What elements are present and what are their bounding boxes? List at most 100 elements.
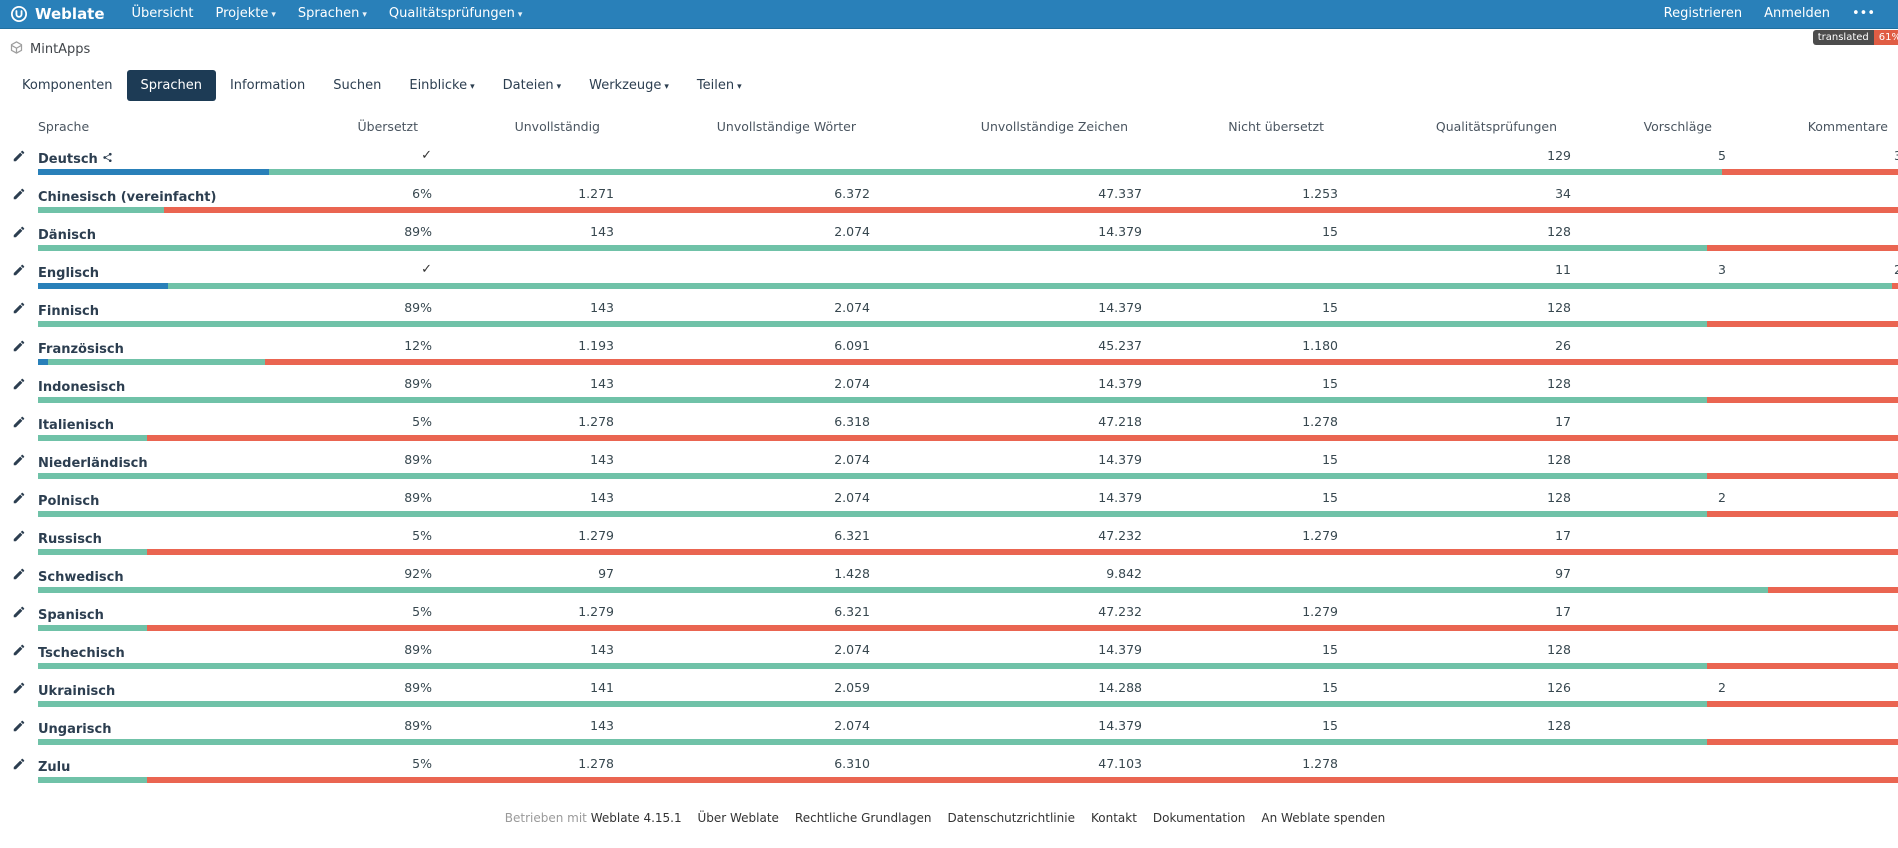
- footer-link-rechtliche-grundlagen[interactable]: Rechtliche Grundlagen: [795, 811, 932, 825]
- language-link[interactable]: Dänisch: [38, 228, 96, 243]
- tab-dateien[interactable]: Dateien▾: [489, 70, 575, 101]
- column-header-translated[interactable]: Übersetzt: [288, 119, 432, 134]
- chevron-down-icon: ▾: [518, 10, 523, 20]
- edit-cell: [12, 680, 38, 709]
- progress-segment-failing: [265, 359, 1898, 365]
- footer-link-dokumentation[interactable]: Dokumentation: [1153, 811, 1246, 825]
- language-link[interactable]: Ukrainisch: [38, 684, 115, 699]
- column-header-sprache[interactable]: Sprache: [38, 119, 288, 134]
- navbar-item-registrieren[interactable]: Registrieren: [1653, 0, 1753, 28]
- column-header-checks[interactable]: Qualitätsprüfungen: [1338, 119, 1571, 134]
- edit-cell: [12, 566, 38, 595]
- column-header-comments[interactable]: Kommentare: [1726, 119, 1898, 134]
- tab-suchen[interactable]: Suchen: [319, 70, 395, 101]
- language-link[interactable]: Polnisch: [38, 494, 99, 509]
- edit-cell: [12, 452, 38, 481]
- edit-pencil-icon[interactable]: [12, 338, 26, 357]
- footer-link-ber-weblate[interactable]: Über Weblate: [697, 811, 778, 825]
- navbar-item-anmelden[interactable]: Anmelden: [1753, 0, 1841, 28]
- language-link[interactable]: Finnisch: [38, 304, 99, 319]
- edit-pencil-icon[interactable]: [12, 490, 26, 509]
- table-row: Niederländisch89%1432.07414.37915128: [0, 443, 1898, 481]
- language-link[interactable]: Niederländisch: [38, 456, 148, 471]
- tab-einblicke[interactable]: Einblicke▾: [395, 70, 488, 101]
- navbar-item-sprachen[interactable]: Sprachen▾: [287, 0, 378, 29]
- language-link[interactable]: Französisch: [38, 342, 124, 357]
- footer-link-kontakt[interactable]: Kontakt: [1091, 811, 1137, 825]
- edit-pencil-icon[interactable]: [12, 148, 26, 167]
- progress-bar: [38, 549, 1898, 555]
- column-header-untranslated[interactable]: Nicht übersetzt: [1142, 119, 1338, 134]
- chevron-down-icon: ▾: [271, 10, 276, 20]
- edit-pencil-icon[interactable]: [12, 262, 26, 281]
- table-row: Ukrainisch89%1412.05914.288151262: [0, 671, 1898, 709]
- table-row: Französisch12%1.1936.09145.2371.18026: [0, 329, 1898, 367]
- table-row: Polnisch89%1432.07414.379151282: [0, 481, 1898, 519]
- progress-segment-translated: [38, 549, 147, 555]
- edit-pencil-icon[interactable]: [12, 642, 26, 661]
- edit-pencil-icon[interactable]: [12, 376, 26, 395]
- progress-segment-translated: [38, 245, 1707, 251]
- progress-bar: [38, 283, 1898, 289]
- edit-pencil-icon[interactable]: [12, 718, 26, 737]
- progress-segment-failing: [1707, 397, 1898, 403]
- language-link[interactable]: Italienisch: [38, 418, 114, 433]
- language-link[interactable]: Schwedisch: [38, 570, 124, 585]
- navbar-item-bersicht[interactable]: Übersicht: [121, 0, 205, 28]
- tab-komponenten[interactable]: Komponenten: [8, 70, 127, 101]
- progress-segment-translated: [48, 359, 265, 365]
- weblate-brand-link[interactable]: Weblate: [10, 5, 105, 23]
- weblate-logo-icon: [10, 5, 28, 23]
- navbar-item-qualit-tspr-fungen[interactable]: Qualitätsprüfungen▾: [378, 0, 534, 29]
- language-link[interactable]: Russisch: [38, 532, 102, 547]
- tab-teilen[interactable]: Teilen▾: [683, 70, 756, 101]
- language-link[interactable]: Tschechisch: [38, 646, 125, 661]
- progress-segment-translated: [38, 701, 1707, 707]
- navbar-item-projekte[interactable]: Projekte▾: [205, 0, 287, 29]
- edit-pencil-icon[interactable]: [12, 528, 26, 547]
- table-row: Ungarisch89%1432.07414.37915128: [0, 709, 1898, 747]
- edit-pencil-icon[interactable]: [12, 186, 26, 205]
- progress-segment-failing: [1768, 587, 1898, 593]
- tab-sprachen[interactable]: Sprachen: [127, 70, 216, 101]
- edit-cell: [12, 300, 38, 329]
- edit-pencil-icon[interactable]: [12, 756, 26, 775]
- breadcrumb-project-link[interactable]: MintApps: [30, 42, 90, 57]
- language-link[interactable]: Spanisch: [38, 608, 104, 623]
- edit-cell: [12, 224, 38, 253]
- column-header-unfinished[interactable]: Unvollständig: [432, 119, 614, 134]
- language-link[interactable]: Indonesisch: [38, 380, 125, 395]
- progress-segment-failing: [147, 435, 1898, 441]
- language-link[interactable]: Chinesisch (vereinfacht): [38, 190, 216, 205]
- footer-link-datenschutzrichtlinie[interactable]: Datenschutzrichtlinie: [947, 811, 1075, 825]
- table-row: Tschechisch89%1432.07414.37915128: [0, 633, 1898, 671]
- language-link[interactable]: Deutsch: [38, 152, 113, 167]
- edit-pencil-icon[interactable]: [12, 224, 26, 243]
- edit-pencil-icon[interactable]: [12, 604, 26, 623]
- language-link[interactable]: Ungarisch: [38, 722, 111, 737]
- language-link[interactable]: Zulu: [38, 760, 70, 775]
- edit-pencil-icon[interactable]: [12, 680, 26, 699]
- footer-link-an-weblate-spenden[interactable]: An Weblate spenden: [1261, 811, 1385, 825]
- edit-cell: [12, 376, 38, 405]
- navbar-item-item[interactable]: •••: [1841, 0, 1886, 28]
- edit-pencil-icon[interactable]: [12, 452, 26, 471]
- language-link[interactable]: Englisch: [38, 266, 99, 281]
- progress-segment-failing: [147, 777, 1898, 783]
- tab-werkzeuge[interactable]: Werkzeuge▾: [575, 70, 683, 101]
- progress-segment-translated: [38, 663, 1707, 669]
- progress-bar: [38, 777, 1898, 783]
- progress-bar: [38, 511, 1898, 517]
- column-header-suggestions[interactable]: Vorschläge: [1571, 119, 1726, 134]
- edit-pencil-icon[interactable]: [12, 566, 26, 585]
- progress-segment-failing: [1707, 245, 1898, 251]
- column-header-words[interactable]: Unvollständige Wörter: [614, 119, 870, 134]
- edit-pencil-icon[interactable]: [12, 300, 26, 319]
- weblate-version-link[interactable]: Weblate 4.15.1: [591, 811, 682, 825]
- column-header-chars[interactable]: Unvollständige Zeichen: [870, 119, 1142, 134]
- edit-pencil-icon[interactable]: [12, 414, 26, 433]
- table-row: Indonesisch89%1432.07414.37915128: [0, 367, 1898, 405]
- powered-by-text: Betrieben mit: [505, 811, 587, 825]
- tab-information[interactable]: Information: [216, 70, 319, 101]
- badge-value: 61%: [1874, 30, 1898, 45]
